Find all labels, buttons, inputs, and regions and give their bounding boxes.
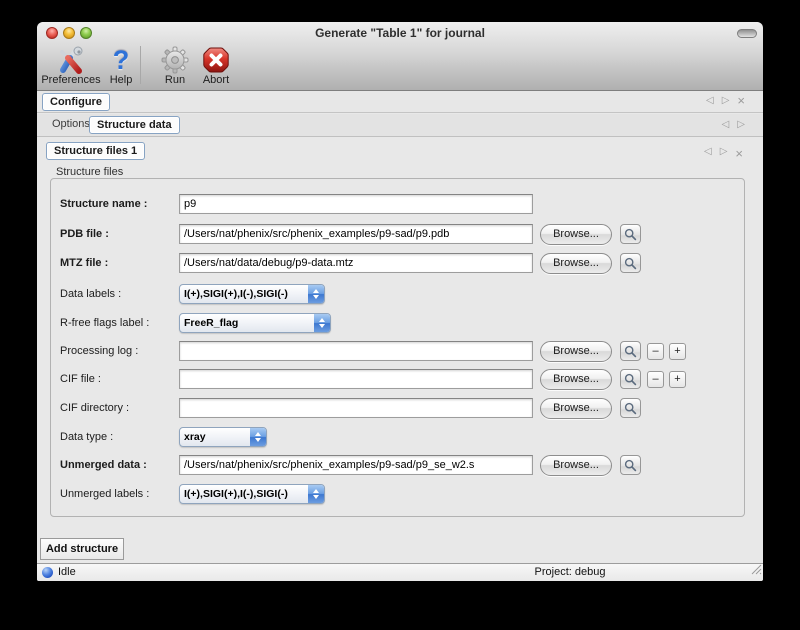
tab-close-icon[interactable]: ×: [737, 95, 745, 107]
unmerged-labels-label: Unmerged labels :: [60, 488, 176, 500]
unmerged-data-label: Unmerged data :: [60, 459, 176, 471]
mtz-view-button[interactable]: [620, 253, 641, 273]
mtz-browse-button[interactable]: Browse...: [540, 253, 612, 274]
dropdown-arrows-icon: [314, 314, 330, 332]
cif-file-input[interactable]: [179, 369, 533, 389]
status-text: Idle: [58, 566, 76, 578]
help-button[interactable]: ? Help: [103, 45, 139, 87]
add-structure-button[interactable]: Add structure: [40, 538, 124, 560]
cif-file-remove-button[interactable]: –: [647, 371, 664, 388]
unmerged-labels-value: I(+),SIGI(+),I(-),SIGI(-): [180, 488, 308, 500]
status-bar: Idle Project: debug: [37, 563, 763, 581]
title-bar: Generate "Table 1" for journal: [37, 22, 763, 45]
cif-directory-browse-button[interactable]: Browse...: [540, 398, 612, 419]
processing-log-remove-button[interactable]: –: [647, 343, 664, 360]
toolbar: Preferences ? Help: [39, 45, 237, 90]
data-labels-dropdown[interactable]: I(+),SIGI(+),I(-),SIGI(-): [179, 284, 325, 304]
preferences-label: Preferences: [41, 75, 100, 86]
tab-scroll-right-icon[interactable]: ▷: [737, 119, 745, 131]
data-type-value: xray: [180, 431, 250, 443]
magnifier-icon: [624, 459, 637, 472]
mtz-file-label: MTZ file :: [60, 257, 176, 269]
tab-structure-files-1[interactable]: Structure files 1: [46, 142, 145, 160]
screenshot-stage: Generate "Table 1" for journal: [0, 0, 800, 630]
data-labels-label: Data labels :: [60, 288, 176, 300]
unmerged-data-input[interactable]: [179, 455, 533, 475]
cif-directory-label: CIF directory :: [60, 402, 176, 414]
toolbar-toggle-button[interactable]: [737, 29, 757, 38]
section-tab-bar: Options Structure data ◁ ▷: [37, 114, 763, 137]
structure-name-input[interactable]: [179, 194, 533, 214]
tab-scroll-left-icon[interactable]: ◁: [706, 95, 714, 107]
help-label: Help: [110, 75, 133, 86]
processing-log-input[interactable]: [179, 341, 533, 361]
cif-file-add-button[interactable]: +: [669, 371, 686, 388]
tab-configure[interactable]: Configure: [42, 93, 110, 111]
unmerged-data-browse-button[interactable]: Browse...: [540, 455, 612, 476]
tab-scroll-left-icon[interactable]: ◁: [704, 146, 712, 161]
cif-file-browse-button[interactable]: Browse...: [540, 369, 612, 390]
gear-icon: [160, 45, 190, 75]
data-type-label: Data type :: [60, 431, 176, 443]
pdb-browse-button[interactable]: Browse...: [540, 224, 612, 245]
data-labels-value: I(+),SIGI(+),I(-),SIGI(-): [180, 288, 308, 300]
toolbar-divider: [140, 46, 142, 84]
structure-data-page: Structure files 1 ◁ ▷ × Structure files …: [37, 138, 763, 563]
magnifier-icon: [624, 257, 637, 270]
cif-file-view-button[interactable]: [620, 369, 641, 389]
help-icon: ?: [113, 45, 130, 75]
cif-directory-input[interactable]: [179, 398, 533, 418]
pdb-view-button[interactable]: [620, 224, 641, 244]
processing-log-view-button[interactable]: [620, 341, 641, 361]
pdb-file-label: PDB file :: [60, 228, 176, 240]
abort-button[interactable]: Abort: [195, 45, 237, 87]
mtz-file-input[interactable]: [179, 253, 533, 273]
abort-icon: [201, 45, 231, 75]
pdb-file-input[interactable]: [179, 224, 533, 244]
processing-log-browse-button[interactable]: Browse...: [540, 341, 612, 362]
magnifier-icon: [624, 373, 637, 386]
data-type-dropdown[interactable]: xray: [179, 427, 267, 447]
window-title: Generate "Table 1" for journal: [37, 26, 763, 40]
tab-scroll-left-icon[interactable]: ◁: [722, 119, 730, 131]
cif-directory-view-button[interactable]: [620, 398, 641, 418]
rfree-flags-dropdown[interactable]: FreeR_flag: [179, 313, 331, 333]
rfree-flags-value: FreeR_flag: [180, 317, 314, 329]
tab-structure-data[interactable]: Structure data: [89, 116, 180, 134]
cif-file-label: CIF file :: [60, 373, 176, 385]
window-header: Generate "Table 1" for journal: [37, 22, 763, 91]
magnifier-icon: [624, 345, 637, 358]
tab-scroll-right-icon[interactable]: ▷: [720, 146, 728, 161]
preferences-button[interactable]: Preferences: [39, 45, 103, 87]
magnifier-icon: [624, 402, 637, 415]
magnifier-icon: [624, 228, 637, 241]
tab-close-icon[interactable]: ×: [735, 146, 743, 161]
tab-scroll-right-icon[interactable]: ▷: [722, 95, 730, 107]
tools-icon: [56, 45, 86, 75]
dropdown-arrows-icon: [250, 428, 266, 446]
resize-grip[interactable]: [749, 562, 762, 580]
processing-log-add-button[interactable]: +: [669, 343, 686, 360]
configure-tab-bar: Configure ◁ ▷ ×: [37, 91, 763, 113]
group-label: Structure files: [56, 166, 123, 178]
run-label: Run: [165, 75, 185, 86]
rfree-flags-label: R-free flags label :: [60, 317, 176, 329]
status-indicator-icon: [42, 567, 53, 578]
abort-label: Abort: [203, 75, 229, 86]
project-label: Project: debug: [377, 566, 763, 578]
unmerged-labels-dropdown[interactable]: I(+),SIGI(+),I(-),SIGI(-): [179, 484, 325, 504]
app-window: Generate "Table 1" for journal: [37, 22, 763, 581]
processing-log-label: Processing log :: [60, 345, 176, 357]
dropdown-arrows-icon: [308, 485, 324, 503]
dropdown-arrows-icon: [308, 285, 324, 303]
unmerged-data-view-button[interactable]: [620, 455, 641, 475]
run-button[interactable]: Run: [155, 45, 195, 87]
structure-name-label: Structure name :: [60, 198, 176, 210]
